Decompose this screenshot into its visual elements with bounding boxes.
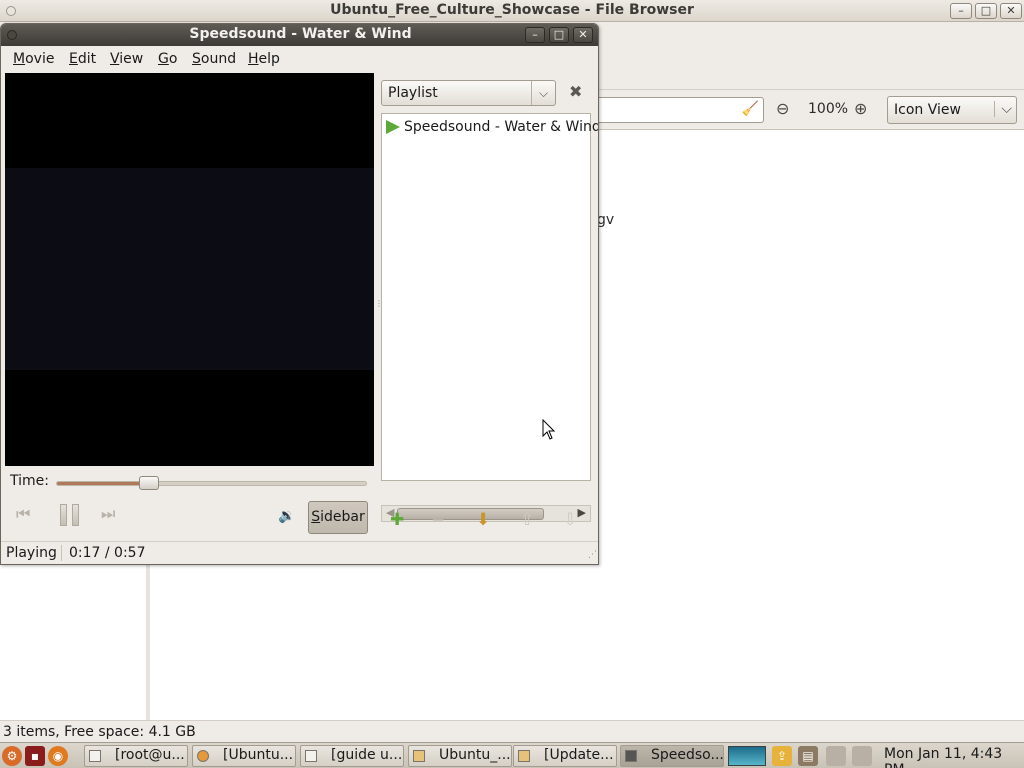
task-guide[interactable]: [guide u... — [300, 745, 404, 767]
menu-edit[interactable]: Edit — [69, 51, 96, 67]
maximize-button[interactable]: □ — [549, 27, 569, 43]
playback-status: Playing — [6, 545, 57, 561]
task-label: [root@u... — [115, 747, 185, 763]
menu-sound[interactable]: Sound — [192, 51, 236, 67]
move-down-icon[interactable]: ⇩ — [563, 510, 577, 530]
document-icon — [305, 750, 317, 762]
status-separator — [61, 545, 62, 561]
task-browser[interactable]: [Ubuntu... — [192, 745, 296, 767]
close-button[interactable]: ✕ — [1000, 3, 1022, 19]
zoom-level: 100% — [808, 101, 849, 117]
task-label: [Update... — [544, 747, 614, 763]
file-browser-titlebar[interactable]: Ubuntu_Free_Culture_Showcase - File Brow… — [0, 0, 1024, 22]
folder-icon — [413, 750, 425, 762]
video-frame — [5, 168, 374, 370]
volume-icon[interactable]: 🔉 — [278, 508, 295, 524]
close-sidebar-icon[interactable]: ✖ — [569, 82, 582, 101]
task-label: Speedso... — [651, 747, 724, 763]
folder-icon — [518, 750, 530, 762]
next-icon[interactable]: ⏭ — [101, 504, 115, 524]
clock[interactable]: Mon Jan 11, 4:43 PM — [884, 746, 1024, 768]
file-browser-title: Ubuntu_Free_Culture_Showcase - File Brow… — [330, 2, 694, 18]
movie-player-titlebar[interactable]: Speedsound - Water & Wind – □ ✕ — [1, 24, 598, 46]
menu-go[interactable]: Go — [158, 51, 177, 67]
playlist-item[interactable]: Speedsound - Water & Wind — [384, 118, 598, 140]
close-button[interactable]: ✕ — [573, 27, 593, 43]
clear-icon[interactable]: 🧹 — [742, 101, 759, 117]
workspace-1-icon[interactable] — [826, 746, 846, 766]
mouse-cursor-icon — [542, 419, 556, 440]
clapperboard-icon — [625, 750, 637, 762]
file-browser-statusbar: 3 items, Free space: 4.1 GB — [0, 720, 1024, 742]
ubuntu-menu-icon[interactable]: ⚙ — [2, 746, 22, 766]
task-movie-player[interactable]: Speedso... — [620, 745, 724, 767]
play-icon — [386, 120, 400, 134]
zoom-out-icon[interactable]: ⊖ — [776, 99, 789, 118]
movie-player-statusbar: Playing 0:17 / 0:57 ⋰ — [1, 541, 598, 564]
menubar: Movie Edit View Go Sound Help — [1, 46, 598, 72]
bottom-panel: ⚙ ▪ ◉ [root@u... [Ubuntu... [guide u... … — [0, 742, 1024, 768]
workspace-2-icon[interactable] — [852, 746, 872, 766]
previous-icon[interactable]: ⏮ — [16, 504, 30, 524]
chevron-down-icon: ⌵ — [531, 81, 555, 105]
update-notifier-icon[interactable]: ⇪ — [772, 746, 792, 766]
file-name-fragment[interactable]: gv — [597, 212, 614, 228]
zoom-in-icon[interactable]: ⊕ — [854, 99, 867, 118]
minimize-button[interactable]: – — [525, 27, 545, 43]
maximize-button[interactable]: □ — [975, 3, 997, 19]
save-playlist-icon[interactable]: ⬇ — [476, 510, 490, 530]
playlist-item-label: Speedsound - Water & Wind — [404, 119, 599, 135]
task-label: Ubuntu_... — [439, 747, 511, 763]
seek-progress — [57, 482, 149, 485]
task-label: [Ubuntu... — [223, 747, 294, 763]
task-file-browser[interactable]: Ubuntu_... — [408, 745, 512, 767]
chevron-down-icon: ⌵ — [994, 101, 1012, 117]
add-icon[interactable]: ✚ — [390, 510, 404, 530]
file-browser-status: 3 items, Free space: 4.1 GB — [3, 724, 196, 740]
sidebar-panel-value: Playlist — [388, 85, 438, 101]
time-display: 0:17 / 0:57 — [69, 545, 146, 561]
arrow-right-icon[interactable]: ▶ — [578, 506, 586, 519]
terminal-icon — [89, 750, 101, 762]
playlist[interactable]: Speedsound - Water & Wind — [381, 113, 598, 481]
terminal-launcher-icon[interactable]: ▪ — [25, 746, 45, 766]
movie-player-title: Speedsound - Water & Wind — [189, 26, 412, 42]
move-up-icon[interactable]: ⇧ — [520, 510, 534, 530]
task-terminal[interactable]: [root@u... — [84, 745, 188, 767]
menu-movie[interactable]: Movie — [13, 51, 54, 67]
sidebar-toggle-button[interactable]: Sidebar — [308, 501, 368, 534]
seek-slider[interactable] — [56, 476, 367, 490]
resize-grip-icon[interactable]: ⋰ — [588, 550, 597, 560]
session-applet-icon[interactable]: ▤ — [798, 746, 818, 766]
menu-help[interactable]: Help — [248, 51, 280, 67]
time-label: Time: — [10, 473, 49, 489]
task-update[interactable]: [Update... — [513, 745, 617, 767]
video-area[interactable] — [5, 73, 374, 466]
remove-icon[interactable]: ━ — [433, 510, 443, 530]
minimize-button[interactable]: – — [950, 3, 972, 19]
view-mode-select[interactable]: Icon View ⌵ — [887, 96, 1017, 124]
firefox-launcher-icon[interactable]: ◉ — [48, 746, 68, 766]
task-label: [guide u... — [331, 747, 403, 763]
system-monitor-graph[interactable] — [728, 746, 766, 766]
firefox-icon — [197, 750, 209, 762]
pause-button[interactable] — [60, 504, 80, 526]
seek-handle[interactable] — [139, 476, 159, 490]
sidebar-panel-select[interactable]: Playlist ⌵ — [381, 80, 556, 106]
view-mode-value: Icon View — [894, 102, 961, 118]
menu-view[interactable]: View — [110, 51, 143, 67]
movie-player-window: Speedsound - Water & Wind – □ ✕ Movie Ed… — [0, 23, 599, 565]
